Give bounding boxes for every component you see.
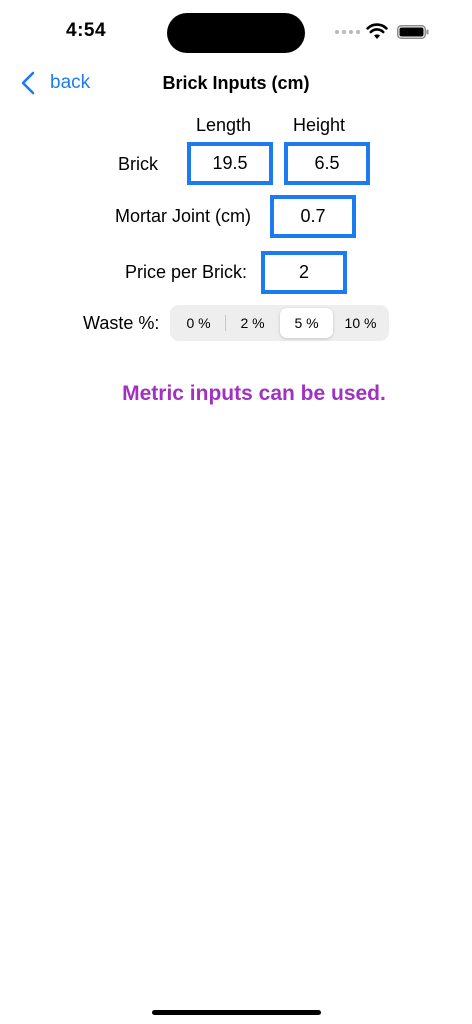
- brick-height-input[interactable]: [284, 142, 370, 185]
- waste-option-0[interactable]: 0 %: [172, 308, 225, 338]
- waste-option-10[interactable]: 10 %: [334, 308, 387, 338]
- brick-label: Brick: [118, 154, 158, 174]
- wifi-icon: [366, 23, 388, 39]
- cellular-signal-icon: [335, 30, 360, 34]
- waste-option-5[interactable]: 5 %: [280, 308, 333, 338]
- height-header: Height: [293, 115, 346, 135]
- dynamic-island: [167, 13, 305, 53]
- status-time: 4:54: [66, 20, 107, 41]
- mortar-joint-label: Mortar Joint (cm): [115, 206, 252, 226]
- price-per-brick-input[interactable]: [261, 251, 347, 294]
- price-per-brick-label: Price per Brick:: [125, 262, 248, 282]
- waste-option-2[interactable]: 2 %: [226, 308, 279, 338]
- screen: 4:54 back Brick Inputs (cm) Length Heigh…: [0, 0, 472, 1024]
- brick-length-input[interactable]: [187, 142, 273, 185]
- waste-label: Waste %:: [83, 313, 160, 333]
- page-title: Brick Inputs (cm): [162, 73, 310, 93]
- mortar-joint-input[interactable]: [270, 195, 356, 238]
- battery-icon: [397, 25, 429, 39]
- waste-segmented-control[interactable]: 0 % 2 % 5 % 10 %: [170, 305, 389, 341]
- length-header: Length: [196, 115, 252, 135]
- metric-note: Metric inputs can be used.: [122, 382, 386, 405]
- home-indicator[interactable]: [152, 1010, 321, 1015]
